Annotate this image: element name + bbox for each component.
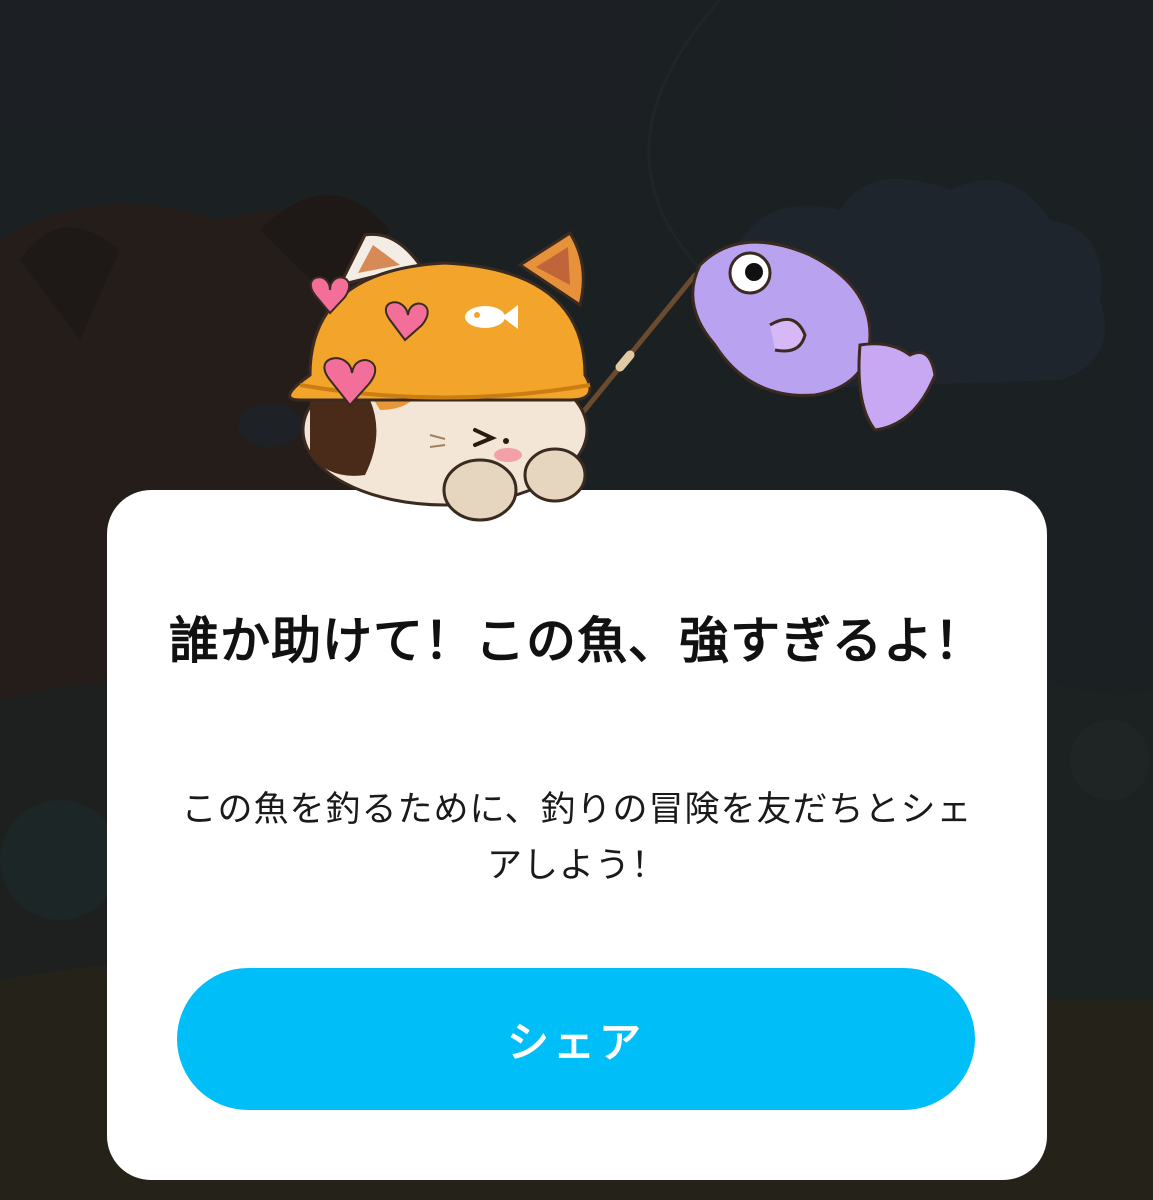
game-screen: 誰か助けて！この魚、強すぎるよ！ この魚を釣るために、釣りの冒険を友だちとシェア… — [0, 0, 1153, 1200]
share-dialog: 誰か助けて！この魚、強すぎるよ！ この魚を釣るために、釣りの冒険を友だちとシェア… — [107, 490, 1047, 1180]
cat-fishing-icon — [270, 225, 950, 549]
share-button[interactable]: シェア — [177, 968, 975, 1110]
fish-icon — [691, 240, 937, 432]
dialog-title: 誰か助けて！この魚、強すぎるよ！ — [169, 612, 985, 670]
dialog-message: この魚を釣るために、釣りの冒険を友だちとシェアしよう！ — [181, 790, 973, 886]
